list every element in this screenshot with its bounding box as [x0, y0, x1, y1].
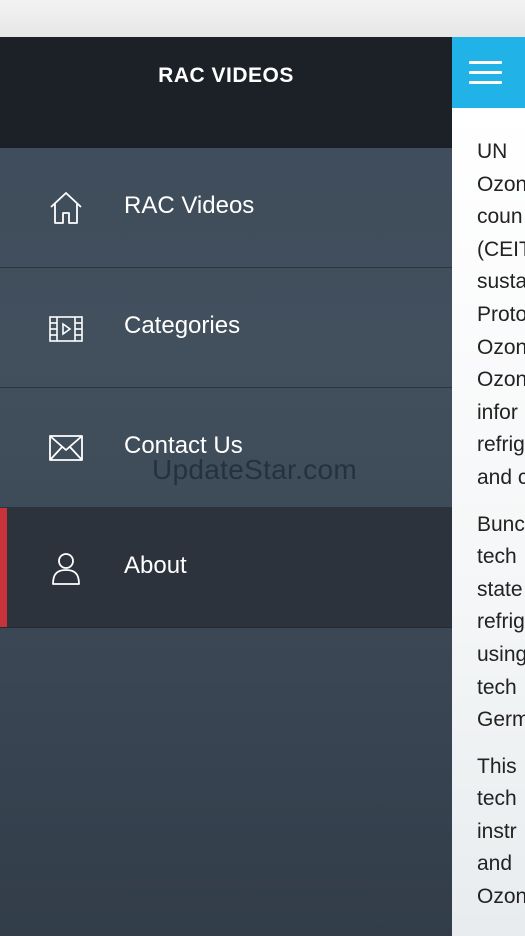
- menu-item-categories[interactable]: Categories: [0, 268, 452, 388]
- drawer-menu: RAC Videos Categories Contact Us About: [0, 148, 452, 628]
- menu-item-rac-videos[interactable]: RAC Videos: [0, 148, 452, 268]
- menu-item-contact-us[interactable]: Contact Us: [0, 388, 452, 508]
- watermark: UpdateStar.com: [152, 454, 357, 485]
- menu-item-label: RAC Videos: [124, 192, 255, 219]
- content-paragraph-1: UN Ozon coun (CEIT susta Proto Ozon Ozon…: [477, 140, 525, 489]
- menu-item-label: About: [124, 552, 187, 579]
- content-paragraph-3: This tech instr and Ozon: [477, 754, 525, 909]
- navigation-drawer: RAC VIDEOS RAC Videos Categories Contact…: [0, 37, 452, 936]
- content-paragraph-2: Bunc tech state refrig using tech Germ: [477, 512, 525, 732]
- menu-item-about[interactable]: About: [0, 508, 452, 628]
- menu-item-label: Categories: [124, 312, 241, 339]
- drawer-header: RAC VIDEOS: [0, 37, 452, 148]
- home-icon: [50, 192, 82, 224]
- film-icon: [49, 316, 83, 342]
- about-content: UN Ozon coun (CEIT susta Proto Ozon Ozon…: [452, 108, 525, 936]
- user-icon: [52, 553, 80, 585]
- envelope-icon: [49, 435, 83, 461]
- drawer-title: RAC VIDEOS: [158, 64, 294, 87]
- browser-top-bar: [0, 0, 525, 38]
- app-bar: [452, 37, 525, 108]
- menu-icon[interactable]: [469, 61, 502, 85]
